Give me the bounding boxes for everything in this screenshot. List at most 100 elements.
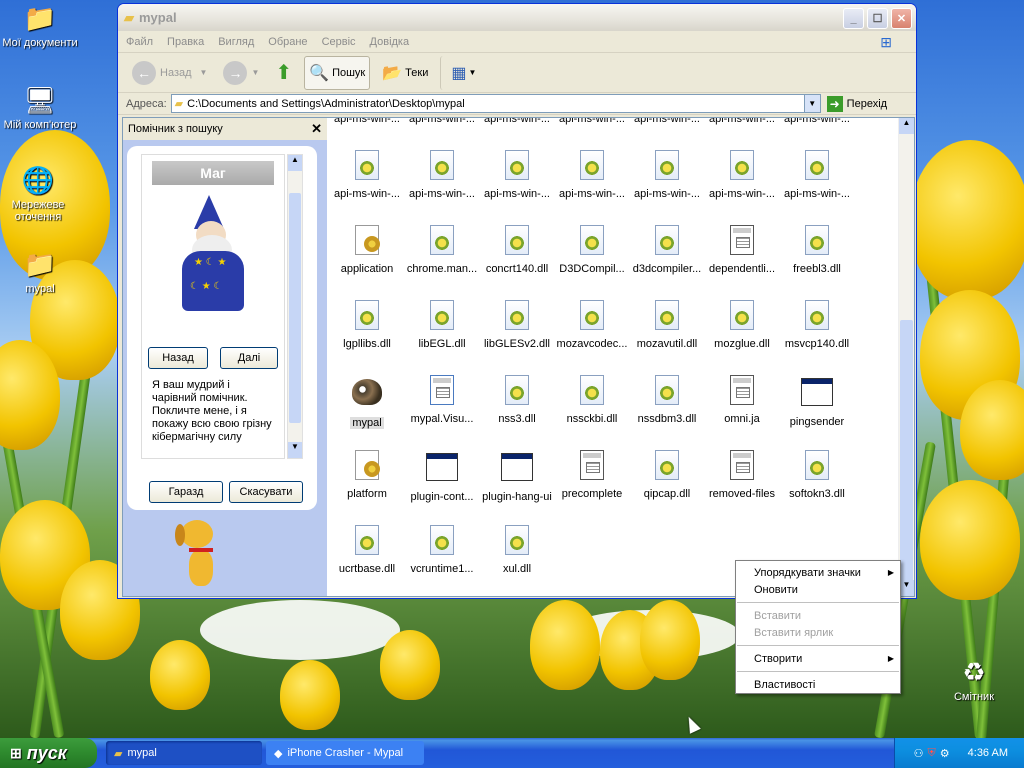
menu-edit[interactable]: Правка [167,36,204,48]
search-button[interactable]: 🔍 Пошук [304,55,371,90]
file-item[interactable]: vcruntime1... [404,525,480,575]
file-item[interactable]: nss3.dll [479,375,555,425]
wizard-next-button[interactable]: Далі [220,347,278,369]
file-item[interactable]: softokn3.dll [779,450,855,500]
scroll-thumb[interactable] [289,193,301,423]
file-item[interactable]: api-ms-win-... [629,150,705,200]
file-item[interactable]: platform [329,450,405,500]
security-shield-icon[interactable]: ⛨ [928,747,936,760]
file-item[interactable]: api-ms-win-... [329,118,405,125]
desktop-icon-recycle-bin[interactable]: ♻ Смітник [934,656,1014,704]
file-item[interactable]: api-ms-win-... [779,118,855,125]
menu-file[interactable]: Файл [126,36,153,48]
start-button[interactable]: ⊞ пуск [0,738,97,768]
folders-button[interactable]: 📂 Теки [378,56,432,90]
desktop-icon-my-computer[interactable]: 🖥 Мій комп'ютер [0,84,80,132]
back-button[interactable]: ← Назад ▼ [128,56,211,90]
menu-tools[interactable]: Сервіс [322,36,356,48]
ok-button[interactable]: Гаразд [149,481,223,503]
clock[interactable]: 4:36 AM [968,747,1008,759]
taskbar-item-mypal[interactable]: ▰ mypal [106,741,262,765]
file-item[interactable]: api-ms-win-... [629,118,705,125]
menu-favorites[interactable]: Обране [268,36,307,48]
dog-assistant-character[interactable] [171,520,227,592]
scroll-up-icon[interactable]: ▲ [899,118,914,134]
views-button[interactable]: ▦ ▼ [440,55,480,90]
file-item[interactable]: api-ms-win-... [479,150,555,200]
file-item[interactable]: api-ms-win-... [704,150,780,200]
file-item[interactable]: api-ms-win-... [479,118,555,125]
desktop-icon-mypal-folder[interactable]: 📁 mypal [0,248,80,296]
file-item[interactable]: mozavcodec... [554,300,630,350]
file-item[interactable]: chrome.man... [404,225,480,275]
menu-view[interactable]: Вигляд [218,36,254,48]
wizard-back-button[interactable]: Назад [148,347,208,369]
menu-properties[interactable]: Властивості [736,676,900,693]
file-item[interactable]: mypal.Visu... [404,375,480,425]
file-item[interactable]: api-ms-win-... [404,118,480,125]
forward-button[interactable]: → ▼ [219,56,263,90]
desktop-icon-my-documents[interactable]: 📁 Мої документи [0,2,80,50]
file-item[interactable]: mozavutil.dll [629,300,705,350]
scroll-down-icon[interactable]: ▼ [899,580,914,596]
file-item[interactable]: msvcp140.dll [779,300,855,350]
scroll-thumb[interactable] [900,320,913,582]
file-item[interactable]: concrt140.dll [479,225,555,275]
address-input[interactable]: ▰ C:\Documents and Settings\Administrato… [170,94,821,113]
file-item[interactable]: application [329,225,405,275]
file-item[interactable]: d3dcompiler... [629,225,705,275]
menu-help[interactable]: Довідка [370,36,410,48]
address-dropdown-button[interactable]: ▼ [803,95,820,112]
file-item[interactable]: xul.dll [479,525,555,575]
safely-remove-icon[interactable]: ⚙ [940,747,950,760]
file-item[interactable]: nssdbm3.dll [629,375,705,425]
file-item[interactable]: mypal [329,375,405,432]
maximize-button[interactable]: ☐ [867,8,888,29]
file-item[interactable]: freebl3.dll [779,225,855,275]
dll-file-icon [801,450,833,484]
close-pane-icon[interactable]: ✕ [311,121,322,137]
file-item[interactable]: api-ms-win-... [704,118,780,125]
cancel-button[interactable]: Скасувати [229,481,303,503]
file-item[interactable]: precomplete [554,450,630,500]
file-item[interactable]: api-ms-win-... [554,150,630,200]
file-item[interactable]: api-ms-win-... [329,150,405,200]
dll-file-icon [651,150,683,184]
minimize-button[interactable]: _ [843,8,864,29]
files-scrollbar[interactable]: ▲ ▼ [898,118,914,596]
file-item[interactable]: pingsender [779,375,855,428]
windows-logo-icon: ⊞ [880,34,892,50]
file-item[interactable]: libEGL.dll [404,300,480,350]
file-item[interactable]: plugin-hang-ui [479,450,555,503]
menu-arrange-icons[interactable]: Упорядкувати значки ▶ [736,564,900,581]
file-item[interactable]: mozglue.dll [704,300,780,350]
up-folder-button[interactable]: ⬆ [271,56,296,90]
file-item[interactable]: api-ms-win-... [404,150,480,200]
file-item[interactable]: api-ms-win-... [779,150,855,200]
file-item[interactable]: nssckbi.dll [554,375,630,425]
close-button[interactable]: ✕ [891,8,912,29]
character-name: Маг [152,161,274,185]
file-item[interactable]: dependentli... [704,225,780,275]
scroll-down-icon[interactable]: ▼ [288,442,302,458]
taskbar-item-iphone-crasher[interactable]: ◆ iPhone Crasher - Mypal [266,741,424,765]
file-item[interactable]: lgpllibs.dll [329,300,405,350]
file-label: lgpllibs.dll [343,338,391,350]
scroll-up-icon[interactable]: ▲ [288,155,302,171]
file-item[interactable]: D3DCompil... [554,225,630,275]
file-item[interactable]: removed-files [704,450,780,500]
file-item[interactable]: libGLESv2.dll [479,300,555,350]
go-button[interactable]: ➜ Перехід [826,95,887,112]
menu-new[interactable]: Створити ▶ [736,650,900,667]
desktop-icon-network[interactable]: 🌐 Мережеве оточення [0,164,76,224]
network-tray-icon[interactable]: ⚇ [914,747,924,760]
file-item[interactable]: qipcap.dll [629,450,705,500]
file-item[interactable]: ucrtbase.dll [329,525,405,575]
file-item[interactable]: omni.ja [704,375,780,425]
window-titlebar[interactable]: ▰ mypal _ ☐ ✕ [118,4,916,31]
menu-separator [737,671,899,672]
file-item[interactable]: plugin-cont... [404,450,480,503]
file-item[interactable]: api-ms-win-... [554,118,630,125]
menu-refresh[interactable]: Оновити [736,581,900,598]
balloon-scrollbar[interactable]: ▲ ▼ [287,154,303,459]
